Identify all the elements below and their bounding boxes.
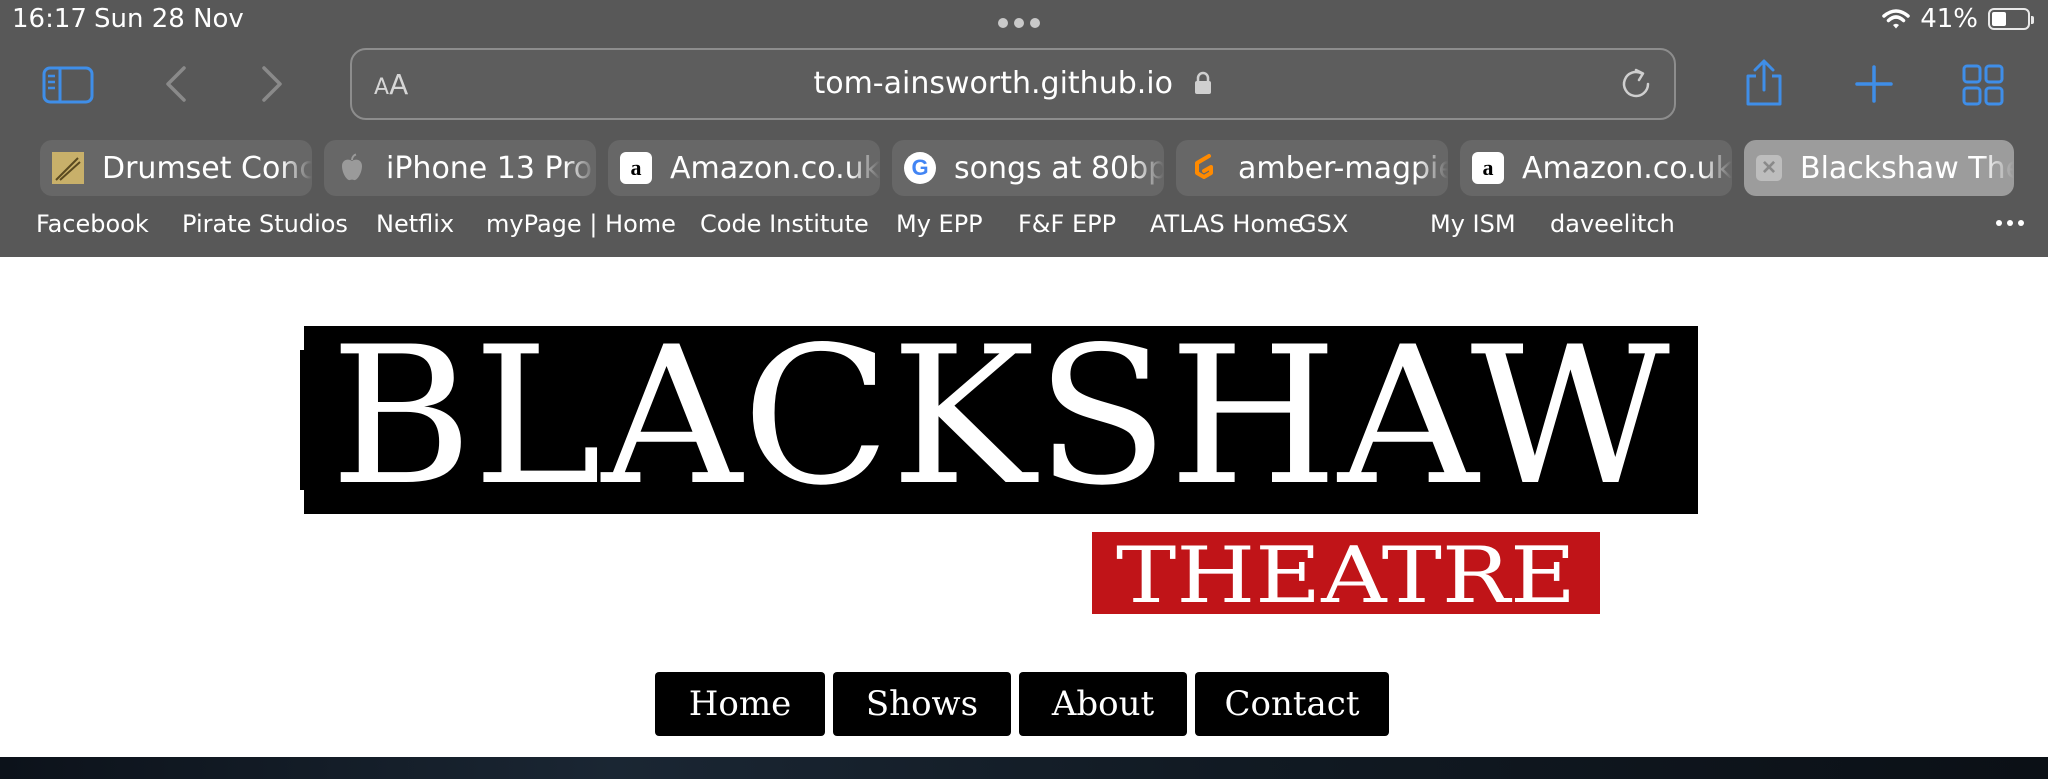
bookmark-item[interactable]: Pirate Studios xyxy=(182,210,348,238)
tab-3[interactable]: Gsongs at 80bpm xyxy=(892,140,1164,196)
logo-sub-text: THEATRE xyxy=(1116,531,1576,621)
sidebar-icon[interactable] xyxy=(42,66,94,104)
bookmark-item[interactable]: GSX xyxy=(1298,210,1348,238)
share-icon[interactable] xyxy=(1742,58,1786,108)
main-nav: Home Shows About Contact xyxy=(655,672,1389,736)
tab-label: iPhone 13 Pro and xyxy=(386,150,596,186)
bookmark-item[interactable]: myPage | Home xyxy=(486,210,676,238)
bookmark-item[interactable]: F&F EPP xyxy=(1018,210,1116,238)
google-favicon: G xyxy=(904,152,936,184)
amazon-favicon: a xyxy=(1472,152,1504,184)
close-tab-icon[interactable]: × xyxy=(1756,154,1782,181)
tab-5[interactable]: a Amazon.co.uk xyxy=(1460,140,1732,196)
tab-1[interactable]: iPhone 13 Pro and xyxy=(324,140,596,196)
nav-shows[interactable]: Shows xyxy=(833,672,1011,736)
plus-icon[interactable] xyxy=(1854,64,1894,104)
nav-contact[interactable]: Contact xyxy=(1195,672,1389,736)
more-bookmarks-icon[interactable] xyxy=(1996,220,2024,226)
apple-favicon xyxy=(336,152,368,184)
multitasking-dots-icon[interactable] xyxy=(998,18,1040,28)
bookmark-item[interactable]: Facebook xyxy=(36,210,149,238)
web-page: BLACKSHAW THEATRE Home Shows About Contact xyxy=(0,257,2048,779)
tab-label: Drumset Concepts xyxy=(102,150,312,186)
status-right: 41% xyxy=(1882,4,2034,34)
grid-icon[interactable] xyxy=(1962,64,2004,106)
reload-icon[interactable] xyxy=(1618,66,1654,107)
bookmark-item[interactable]: Netflix xyxy=(376,210,454,238)
chevron-right-icon[interactable] xyxy=(260,64,284,104)
chevron-left-icon[interactable] xyxy=(164,64,188,104)
tab-label: Blackshaw Theatre xyxy=(1800,150,2014,186)
battery-percent: 41% xyxy=(1920,4,1978,34)
blackshaw-theatre-logo[interactable]: BLACKSHAW THEATRE xyxy=(300,322,1700,622)
tab-0[interactable]: Drumset Concepts xyxy=(40,140,312,196)
bookmark-item[interactable]: ATLAS Home xyxy=(1150,210,1303,238)
url-container[interactable]: tom-ainsworth.github.io xyxy=(352,66,1674,101)
browser-chrome: 16:17 Sun 28 Nov 41% AA tom-ainsworth.gi… xyxy=(0,0,2048,257)
logo-main-text: BLACKSHAW xyxy=(330,322,1670,527)
lock-icon xyxy=(1194,71,1211,94)
tab-2[interactable]: a Amazon.co.uk xyxy=(608,140,880,196)
drumset-favicon xyxy=(52,152,84,184)
bookmark-item[interactable]: daveelitch xyxy=(1550,210,1675,238)
url-text: tom-ainsworth.github.io xyxy=(813,66,1173,101)
bookmark-item[interactable]: Code Institute xyxy=(700,210,869,238)
wifi-icon xyxy=(1882,9,1910,29)
tab-label: amber-magpie xyxy=(1238,150,1448,186)
battery-icon xyxy=(1988,8,2034,30)
hero-image xyxy=(0,757,2048,779)
status-time: 16:17 xyxy=(12,4,87,34)
tab-bar: Drumset Concepts iPhone 13 Pro and a Amazon… xyxy=(40,140,2014,196)
tab-label: Amazon.co.uk xyxy=(1522,150,1732,186)
tab-label: Amazon.co.uk xyxy=(670,150,880,186)
tab-label: songs at 80bpm xyxy=(954,150,1164,186)
bookmark-item[interactable]: My EPP xyxy=(896,210,983,238)
address-bar[interactable]: AA tom-ainsworth.github.io xyxy=(350,48,1676,120)
nav-home[interactable]: Home xyxy=(655,672,825,736)
tab-6[interactable]: × Blackshaw Theatre xyxy=(1744,140,2014,196)
tab-4[interactable]: amber-magpie xyxy=(1176,140,1448,196)
amazon-favicon: a xyxy=(620,152,652,184)
nav-about[interactable]: About xyxy=(1019,672,1187,736)
bookmark-item[interactable]: My ISM xyxy=(1430,210,1516,238)
status-date: Sun 28 Nov xyxy=(94,4,244,34)
gitpod-favicon xyxy=(1188,152,1220,184)
